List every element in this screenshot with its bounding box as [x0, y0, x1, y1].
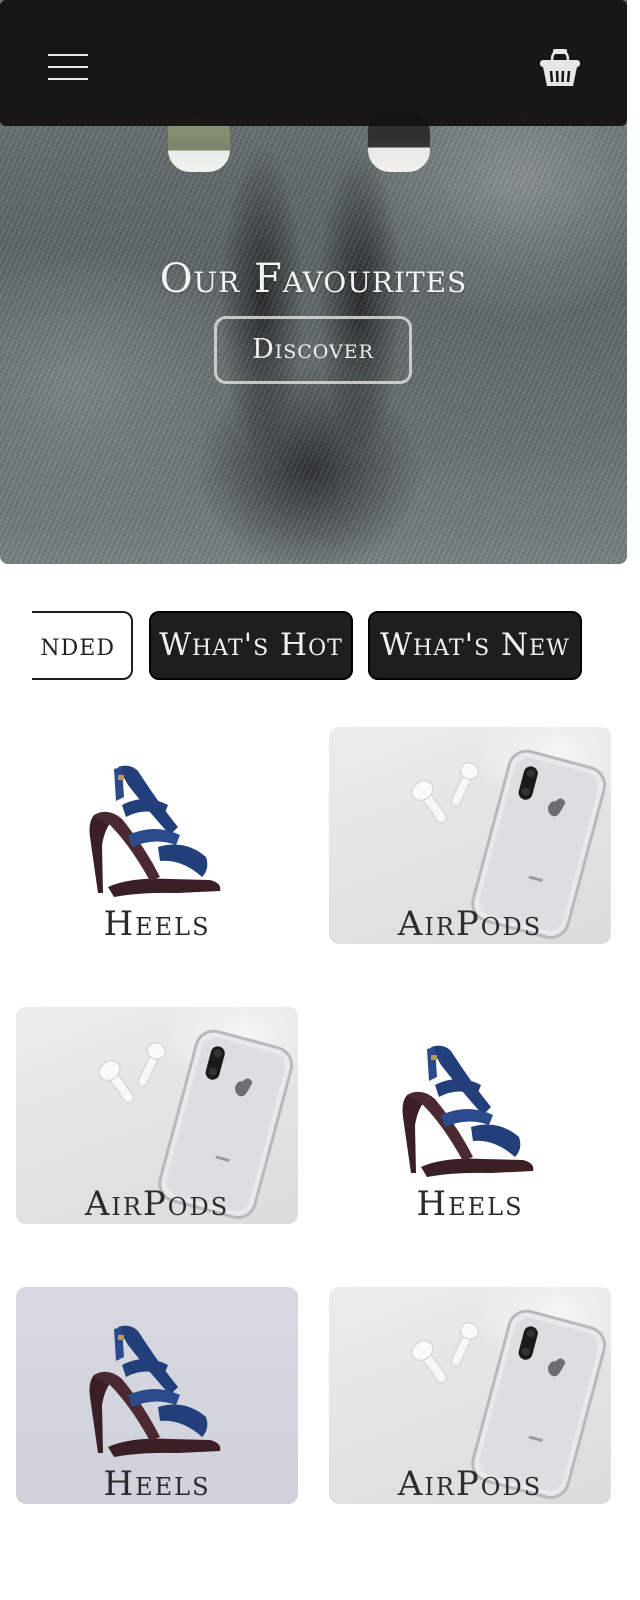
product-card-airpods[interactable]: AirPods [16, 1007, 298, 1224]
left-sneaker-image [168, 118, 230, 172]
product-card-heels[interactable]: Heels [16, 727, 298, 944]
product-card-heels[interactable]: Heels [329, 1007, 611, 1224]
basket-icon[interactable] [538, 48, 582, 88]
product-card-airpods[interactable]: AirPods [329, 1287, 611, 1504]
tabs-scroll-clip [0, 611, 32, 681]
menu-line [48, 66, 88, 68]
product-label: Heels [103, 904, 211, 944]
tab-whats-new[interactable]: What's New [368, 611, 582, 680]
product-label: AirPods [84, 1184, 230, 1224]
product-label: Heels [416, 1184, 524, 1224]
product-card-airpods[interactable]: AirPods [329, 727, 611, 944]
product-label: AirPods [397, 1464, 543, 1504]
menu-line [48, 78, 88, 80]
menu-line [48, 54, 88, 56]
top-navigation-bar [0, 0, 627, 126]
hero-title: Our Favourites [159, 256, 468, 302]
category-tabs: nded What's Hot What's New [0, 611, 640, 681]
discover-button[interactable]: Discover [214, 316, 412, 384]
right-sneaker-image [368, 118, 430, 172]
product-label: AirPods [397, 904, 543, 944]
product-label: Heels [103, 1464, 211, 1504]
product-card-heels[interactable]: Heels [16, 1287, 298, 1504]
tab-whats-hot[interactable]: What's Hot [149, 611, 353, 680]
hamburger-menu-icon[interactable] [48, 54, 88, 82]
hero-banner: Our Favourites Discover [0, 0, 627, 564]
